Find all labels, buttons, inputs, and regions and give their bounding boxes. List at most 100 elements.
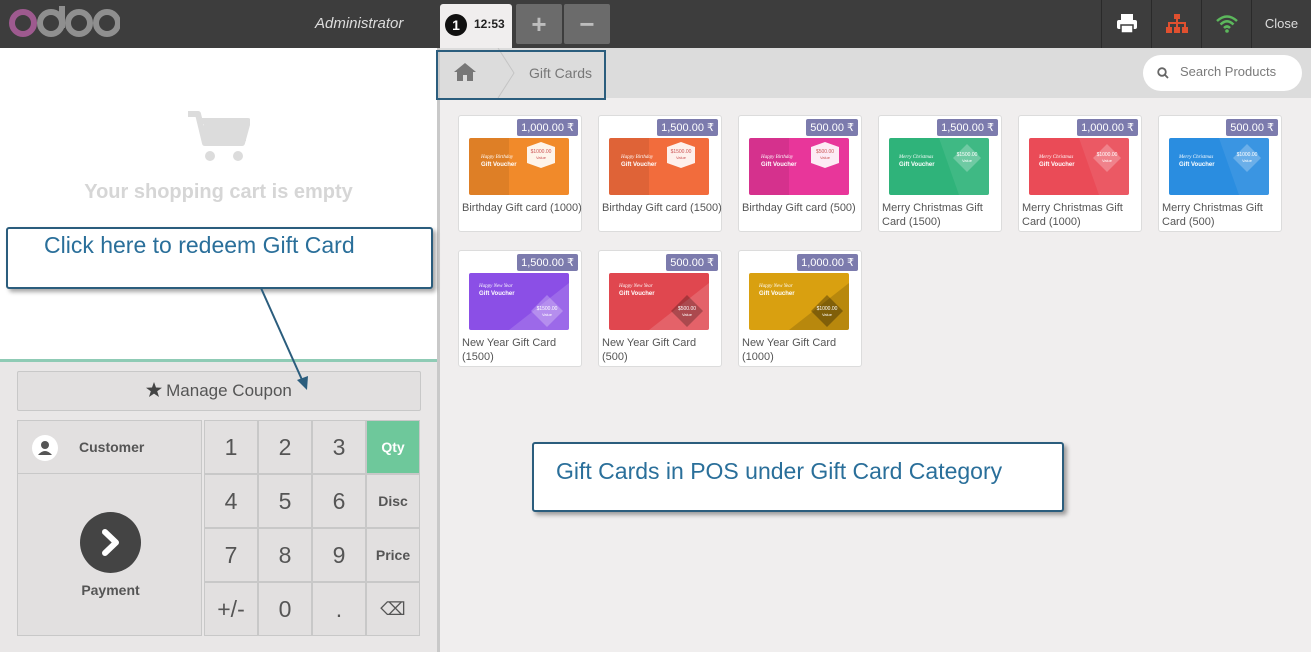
svg-text:Gift Voucher: Gift Voucher <box>759 291 795 297</box>
avatar <box>32 435 58 461</box>
breadcrumb-highlight <box>436 50 606 100</box>
numpad-key-0[interactable]: 0 <box>258 582 312 636</box>
panel-border <box>437 48 440 652</box>
numpad-key-7[interactable]: 7 <box>204 528 258 582</box>
svg-text:Merry Christmas: Merry Christmas <box>898 155 933 160</box>
svg-text:Happy Birthday: Happy Birthday <box>480 155 514 160</box>
print-button[interactable] <box>1101 0 1151 48</box>
svg-text:Value: Value <box>1102 158 1113 163</box>
empty-cart-message: Your shopping cart is empty <box>84 181 353 203</box>
backspace-button[interactable]: ⌫ <box>366 582 420 636</box>
proxy-status-button[interactable] <box>1151 0 1201 48</box>
search-input[interactable] <box>1180 64 1295 79</box>
qty-mode-button[interactable]: Qty <box>366 420 420 474</box>
connection-status-button[interactable] <box>1201 0 1251 48</box>
price-tag: 1,500.00 ₹ <box>937 119 998 136</box>
manage-coupon-button[interactable]: Manage Coupon <box>17 371 421 411</box>
gift-card-image: $1000.00 Value Merry Christmas Gift Vouc… <box>1169 138 1269 195</box>
svg-text:Happy New Year: Happy New Year <box>618 284 653 289</box>
svg-text:Gift Voucher: Gift Voucher <box>479 291 515 297</box>
product-card[interactable]: 1,000.00 ₹ $1000.00 Value Merry Christma… <box>1018 115 1142 232</box>
numpad-key-1[interactable]: 1 <box>204 420 258 474</box>
svg-text:Gift Voucher: Gift Voucher <box>619 291 655 297</box>
gift-card-image: $1000.00 Value Happy New Year Gift Vouch… <box>749 273 849 330</box>
order-panel: Your shopping cart is empty Manage Coupo… <box>0 48 437 652</box>
odoo-logo <box>9 6 120 37</box>
product-card[interactable]: 500.00 ₹ $500.00 Value Happy New Year Gi… <box>598 250 722 367</box>
order-number: 1 <box>445 14 467 36</box>
control-pad: Manage Coupon Customer Payment 1 2 3 Qty… <box>0 362 437 652</box>
svg-text:Value: Value <box>542 312 553 317</box>
wifi-icon <box>1215 15 1238 33</box>
svg-text:Happy Birthday: Happy Birthday <box>760 155 794 160</box>
product-card[interactable]: 1,500.00 ₹ $1500.00 Value Happy New Year… <box>458 250 582 367</box>
svg-text:Value: Value <box>1242 158 1253 163</box>
payment-label: Payment <box>81 582 140 598</box>
numpad-key-6[interactable]: 6 <box>312 474 366 528</box>
numpad-key-8[interactable]: 8 <box>258 528 312 582</box>
payment-button[interactable]: Payment <box>17 474 202 636</box>
product-card[interactable]: 500.00 ₹ $1000.00 Value Merry Christmas … <box>1158 115 1282 232</box>
gift-card-image: $500.00 Value Happy New Year Gift Vouche… <box>609 273 709 330</box>
svg-text:Gift Voucher: Gift Voucher <box>761 162 797 168</box>
price-mode-button[interactable]: Price <box>366 528 420 582</box>
user-icon <box>38 441 52 455</box>
product-name: Birthday Gift card (1000) <box>462 202 582 214</box>
redeem-annotation-text: Click here to redeem Gift Card <box>44 232 355 258</box>
numpad-key-sign[interactable]: +/- <box>204 582 258 636</box>
svg-text:Gift Voucher: Gift Voucher <box>1179 162 1215 168</box>
product-name: Merry Christmas Gift Card (500) <box>1162 202 1263 228</box>
numpad-key-9[interactable]: 9 <box>312 528 366 582</box>
gift-card-image: $1500.00 Value Merry Christmas Gift Vouc… <box>889 138 989 195</box>
search-box <box>1143 55 1302 91</box>
svg-text:Value: Value <box>682 312 693 317</box>
add-order-button[interactable]: + <box>516 4 562 44</box>
price-tag: 1,000.00 ₹ <box>1077 119 1138 136</box>
product-card[interactable]: 500.00 ₹ $500.00 Value Happy Birthday Gi… <box>738 115 862 232</box>
product-card[interactable]: 1,500.00 ₹ $1500.00 Value Merry Christma… <box>878 115 1002 232</box>
product-name: New Year Gift Card (500) <box>602 337 697 363</box>
numpad: 1 2 3 Qty 4 5 6 Disc 7 8 9 Price +/- 0 .… <box>204 420 421 636</box>
payment-circle <box>80 512 141 573</box>
price-tag: 1,500.00 ₹ <box>517 254 578 271</box>
price-tag: 500.00 ₹ <box>1226 119 1278 136</box>
search-icon <box>1157 67 1169 79</box>
price-tag: 1,000.00 ₹ <box>517 119 578 136</box>
disc-mode-button[interactable]: Disc <box>366 474 420 528</box>
numpad-key-4[interactable]: 4 <box>204 474 258 528</box>
gift-card-image: $1000.00 Value Merry Christmas Gift Vouc… <box>1029 138 1129 195</box>
product-name: Merry Christmas Gift Card (1500) <box>882 202 983 228</box>
svg-text:Gift Voucher: Gift Voucher <box>621 162 657 168</box>
printer-icon <box>1116 14 1137 34</box>
product-card[interactable]: 1,000.00 ₹ $1000.00 Value Happy New Year… <box>738 250 862 367</box>
svg-text:Value: Value <box>822 312 833 317</box>
annotation-arrow <box>260 287 308 390</box>
price-tag: 1,000.00 ₹ <box>797 254 858 271</box>
product-name: New Year Gift Card (1500) <box>462 337 557 363</box>
svg-text:Value: Value <box>820 155 831 160</box>
numpad-key-dot[interactable]: . <box>312 582 366 636</box>
svg-text:Gift Voucher: Gift Voucher <box>899 162 935 168</box>
svg-text:Merry Christmas: Merry Christmas <box>1038 155 1073 160</box>
remove-order-button[interactable]: − <box>564 4 610 44</box>
price-tag: 500.00 ₹ <box>666 254 718 271</box>
close-label: Close <box>1264 16 1299 31</box>
gift-card-image: $1500.00 Value Happy Birthday Gift Vouch… <box>609 138 709 195</box>
numpad-key-3[interactable]: 3 <box>312 420 366 474</box>
numpad-key-2[interactable]: 2 <box>258 420 312 474</box>
category-annotation: Gift Cards in POS under Gift Card Catego… <box>532 442 1064 512</box>
customer-label: Customer <box>79 439 145 455</box>
order-tab[interactable]: 1 12:53 <box>440 4 512 48</box>
close-button[interactable]: Close <box>1251 0 1311 48</box>
svg-text:Gift Voucher: Gift Voucher <box>481 162 517 168</box>
product-card[interactable]: 1,500.00 ₹ $1500.00 Value Happy Birthday… <box>598 115 722 232</box>
sitemap-icon <box>1165 14 1188 33</box>
gift-card-image: $500.00 Value Happy Birthday Gift Vouche… <box>749 138 849 195</box>
product-name: Merry Christmas Gift Card (1000) <box>1022 202 1123 228</box>
product-card[interactable]: 1,000.00 ₹ $1000.00 Value Happy Birthday… <box>458 115 582 232</box>
order-time: 12:53 <box>474 17 505 31</box>
numpad-key-5[interactable]: 5 <box>258 474 312 528</box>
price-tag: 1,500.00 ₹ <box>657 119 718 136</box>
customer-button[interactable]: Customer <box>17 420 202 474</box>
svg-text:Value: Value <box>676 155 687 160</box>
